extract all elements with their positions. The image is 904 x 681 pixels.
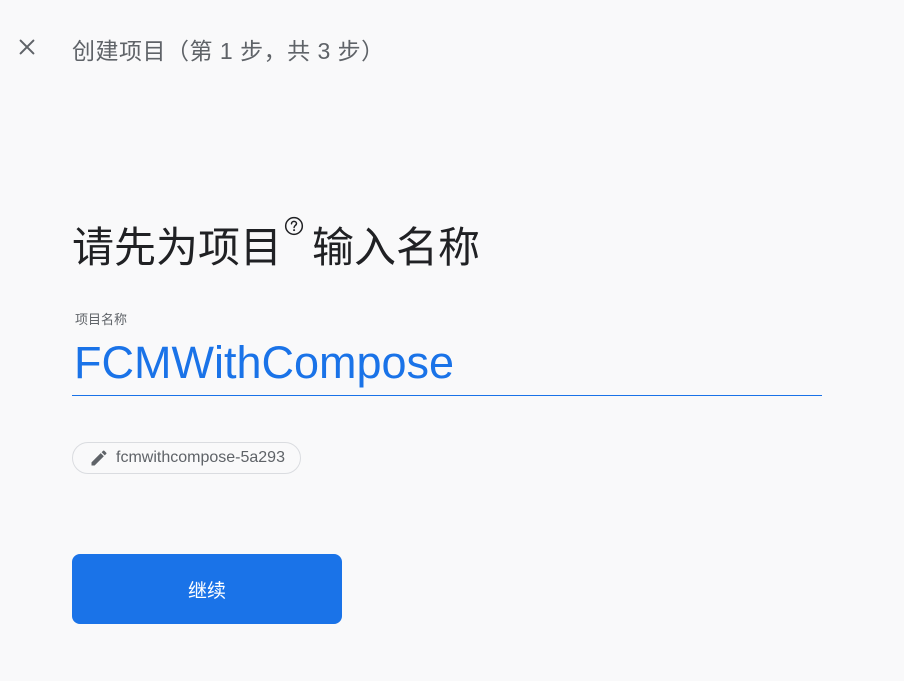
project-id-text: fcmwithcompose-5a293 (116, 449, 285, 466)
close-icon (19, 39, 35, 55)
page-heading: 请先为项目 输入名称 (72, 214, 480, 275)
project-id-chip[interactable]: fcmwithcompose-5a293 (72, 442, 301, 474)
close-button[interactable] (10, 30, 44, 64)
heading-text-part2: 输入名称 (312, 224, 481, 271)
step-title: 创建项目（第 1 步，共 3 步） (72, 38, 385, 64)
project-name-underline (72, 395, 822, 396)
continue-button[interactable]: 继续 (72, 554, 342, 624)
help-circle-icon[interactable] (284, 216, 304, 236)
project-name-input[interactable] (72, 332, 822, 394)
heading-text-part1: 请先为项目 (72, 224, 283, 271)
top-bar: 创建项目（第 1 步，共 3 步） (0, 0, 904, 92)
project-name-label: 项目名称 (75, 312, 128, 327)
pencil-icon (91, 450, 107, 466)
create-project-page: 创建项目（第 1 步，共 3 步） 请先为项目 输入名称 项目名称 fcmwit… (0, 0, 904, 681)
project-name-field: 项目名称 (72, 306, 822, 398)
